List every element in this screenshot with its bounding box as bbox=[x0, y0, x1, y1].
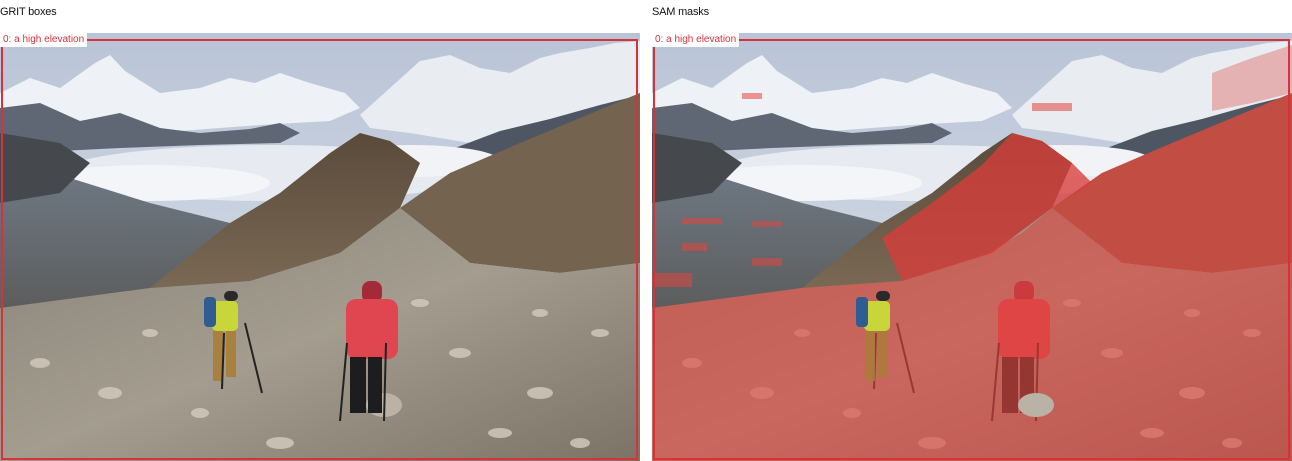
box-label: 0: a high elevation bbox=[0, 33, 88, 47]
panel-title-sam: SAM masks bbox=[652, 6, 709, 18]
panel-title-grit: GRIT boxes bbox=[0, 6, 57, 18]
grit-boxes-panel: 0: a high elevation bbox=[0, 33, 640, 461]
mountain-hikers-photo bbox=[0, 33, 640, 461]
sam-masks-panel: 0: a high elevation bbox=[652, 33, 1292, 461]
mountain-hikers-photo-masked bbox=[652, 33, 1292, 461]
box-label: 0: a high elevation bbox=[652, 33, 740, 47]
